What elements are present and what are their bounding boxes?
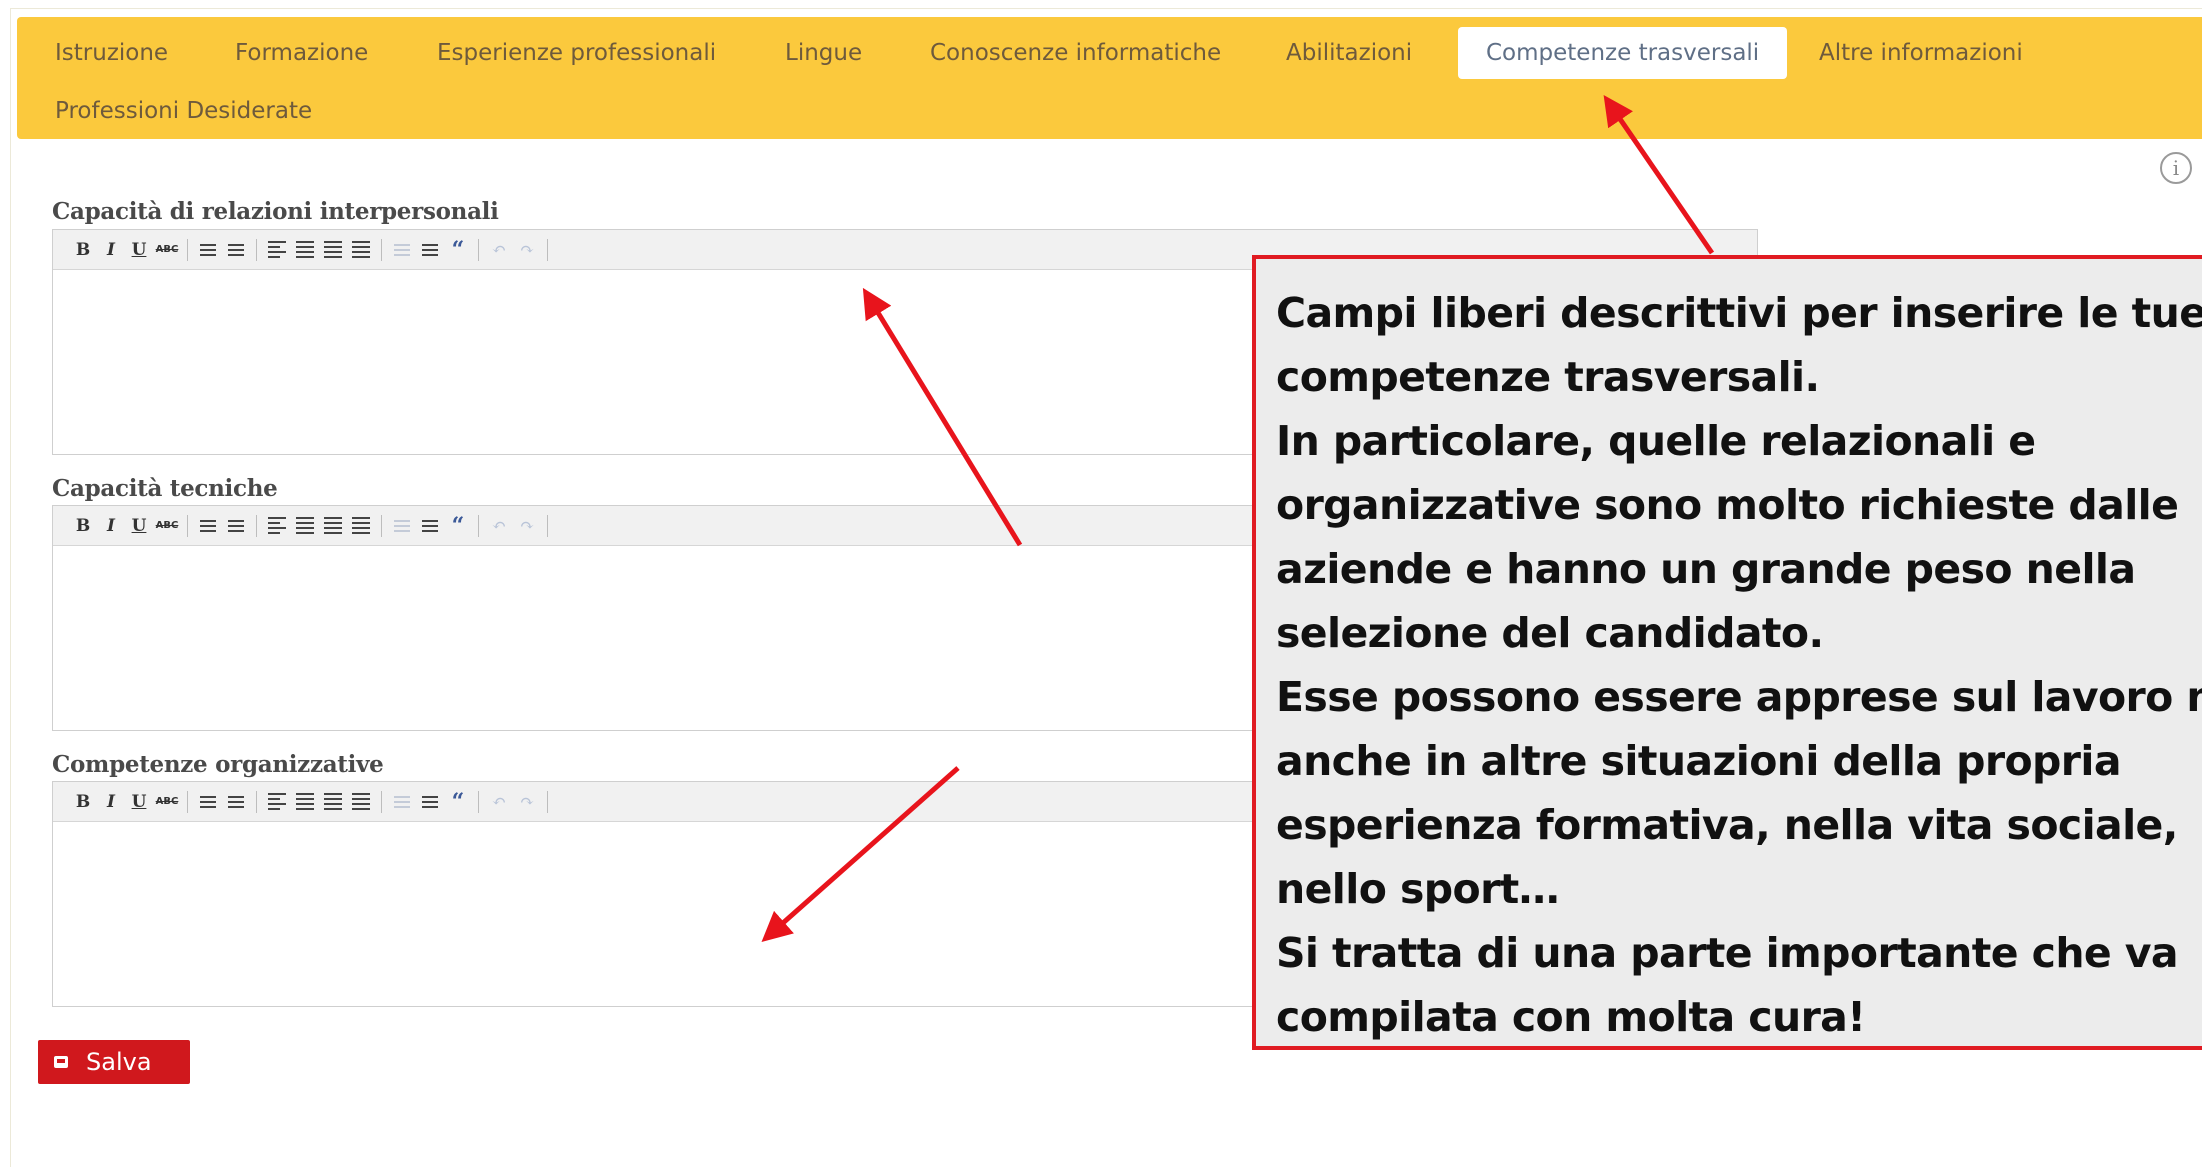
callout-line: selezione del candidato. [1276, 609, 1824, 657]
save-button-label: Salva [86, 1048, 152, 1076]
redo-icon[interactable]: ↷ [513, 511, 541, 541]
tab-istruzione[interactable]: Istruzione [55, 39, 168, 67]
toolbar-separator [187, 514, 188, 537]
callout-line: Campi liberi descrittivi per inserire le… [1276, 289, 2202, 337]
underline-button[interactable]: U [125, 787, 153, 817]
toolbar-separator [547, 790, 548, 813]
indent-icon[interactable] [416, 787, 444, 817]
bold-button[interactable]: B [69, 235, 97, 265]
align-center-icon[interactable] [291, 235, 319, 265]
outdent-icon[interactable] [388, 235, 416, 265]
tab-lingue[interactable]: Lingue [785, 39, 862, 67]
strikethrough-button[interactable]: ABC [153, 511, 181, 541]
bold-button[interactable]: B [69, 787, 97, 817]
numbered-list-icon[interactable] [222, 787, 250, 817]
align-left-icon[interactable] [263, 511, 291, 541]
tab-altre-informazioni[interactable]: Altre informazioni [1819, 39, 2023, 67]
tab-esperienze-professionali[interactable]: Esperienze professionali [437, 39, 716, 67]
toolbar-separator [478, 238, 479, 261]
annotation-callout: Campi liberi descrittivi per inserire le… [1252, 255, 2202, 1050]
blockquote-icon[interactable]: “ [444, 235, 472, 265]
callout-line: Esse possono essere apprese sul lavoro m… [1276, 673, 2202, 721]
align-right-icon[interactable] [319, 511, 347, 541]
toolbar-separator [547, 238, 548, 261]
callout-line: In particolare, quelle relazionali e [1276, 417, 2036, 465]
toolbar-separator [256, 514, 257, 537]
callout-line: organizzative sono molto richieste dalle [1276, 481, 2179, 529]
tab-bar: Istruzione Formazione Esperienze profess… [17, 17, 2202, 139]
callout-line: competenze trasversali. [1276, 353, 1820, 401]
indent-icon[interactable] [416, 511, 444, 541]
toolbar-separator [547, 514, 548, 537]
blockquote-icon[interactable]: “ [444, 787, 472, 817]
bold-button[interactable]: B [69, 511, 97, 541]
italic-button[interactable]: I [97, 235, 125, 265]
toolbar-separator [478, 790, 479, 813]
outdent-icon[interactable] [388, 511, 416, 541]
tab-competenze-trasversali[interactable]: Competenze trasversali [1458, 27, 1788, 79]
italic-button[interactable]: I [97, 511, 125, 541]
toolbar-separator [381, 790, 382, 813]
undo-icon[interactable]: ↶ [485, 235, 513, 265]
italic-button[interactable]: I [97, 787, 125, 817]
blockquote-icon[interactable]: “ [444, 511, 472, 541]
save-icon [54, 1056, 68, 1068]
info-icon[interactable]: i [2160, 152, 2192, 184]
tab-conoscenze-informatiche[interactable]: Conoscenze informatiche [930, 39, 1221, 67]
strikethrough-button[interactable]: ABC [153, 235, 181, 265]
bullet-list-icon[interactable] [194, 787, 222, 817]
align-right-icon[interactable] [319, 235, 347, 265]
underline-button[interactable]: U [125, 235, 153, 265]
underline-button[interactable]: U [125, 511, 153, 541]
align-center-icon[interactable] [291, 511, 319, 541]
align-justify-icon[interactable] [347, 511, 375, 541]
toolbar-separator [381, 514, 382, 537]
callout-line: esperienza formativa, nella vita sociale… [1276, 801, 2178, 849]
save-button[interactable]: Salva [38, 1040, 190, 1084]
callout-line: compilata con molta cura! [1276, 993, 1866, 1041]
align-center-icon[interactable] [291, 787, 319, 817]
align-left-icon[interactable] [263, 787, 291, 817]
callout-line: aziende e hanno un grande peso nella [1276, 545, 2136, 593]
toolbar-separator [256, 790, 257, 813]
callout-line: nello sport… [1276, 865, 1560, 913]
indent-icon[interactable] [416, 235, 444, 265]
align-left-icon[interactable] [263, 235, 291, 265]
field-label-competenze-organizzative: Competenze organizzative [52, 751, 384, 778]
strikethrough-button[interactable]: ABC [153, 787, 181, 817]
toolbar-separator [187, 790, 188, 813]
undo-icon[interactable]: ↶ [485, 511, 513, 541]
callout-line: anche in altre situazioni della propria [1276, 737, 2122, 785]
redo-icon[interactable]: ↷ [513, 235, 541, 265]
align-justify-icon[interactable] [347, 235, 375, 265]
tab-professioni-desiderate[interactable]: Professioni Desiderate [55, 97, 312, 125]
toolbar-separator [187, 238, 188, 261]
tab-abilitazioni[interactable]: Abilitazioni [1286, 39, 1412, 67]
align-justify-icon[interactable] [347, 787, 375, 817]
redo-icon[interactable]: ↷ [513, 787, 541, 817]
toolbar-separator [381, 238, 382, 261]
bullet-list-icon[interactable] [194, 511, 222, 541]
field-label-relazioni-interpersonali: Capacità di relazioni interpersonali [52, 198, 499, 225]
callout-line: Si tratta di una parte importante che va [1276, 929, 2179, 977]
toolbar-separator [256, 238, 257, 261]
toolbar-separator [478, 514, 479, 537]
numbered-list-icon[interactable] [222, 235, 250, 265]
outdent-icon[interactable] [388, 787, 416, 817]
field-label-capacita-tecniche: Capacità tecniche [52, 475, 278, 502]
numbered-list-icon[interactable] [222, 511, 250, 541]
bullet-list-icon[interactable] [194, 235, 222, 265]
undo-icon[interactable]: ↶ [485, 787, 513, 817]
align-right-icon[interactable] [319, 787, 347, 817]
tab-formazione[interactable]: Formazione [235, 39, 368, 67]
